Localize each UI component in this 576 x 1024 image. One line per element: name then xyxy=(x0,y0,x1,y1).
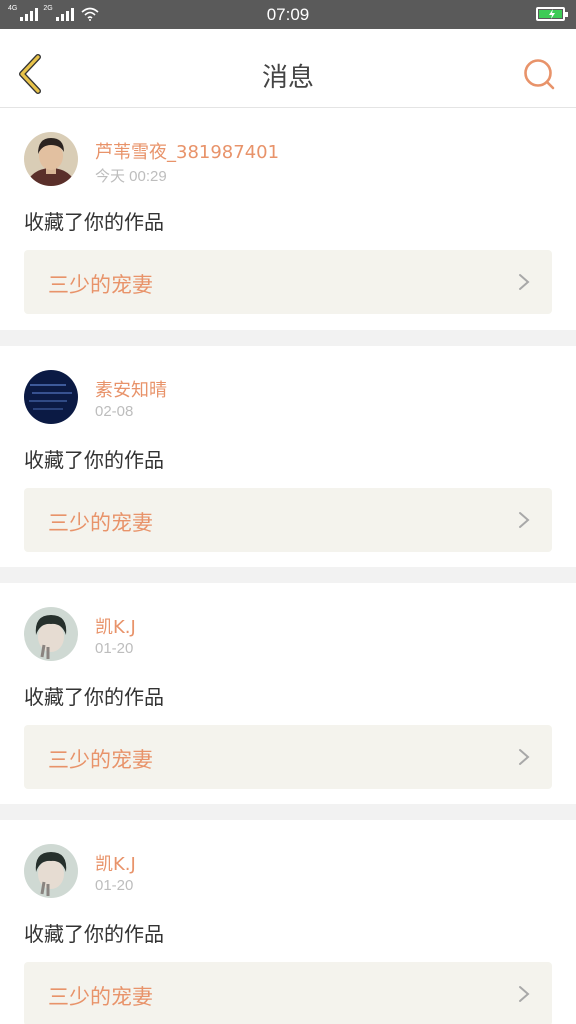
page-title: 消息 xyxy=(261,63,314,93)
avatar[interactable] xyxy=(24,132,78,186)
timestamp: 01-20 xyxy=(95,640,134,657)
work-link[interactable]: 三少的宠妻 xyxy=(24,250,552,314)
work-link[interactable]: 三少的宠妻 xyxy=(24,488,552,552)
message-card: 凯K.J 01-20 收藏了你的作品 三少的宠妻 xyxy=(0,583,576,804)
avatar[interactable] xyxy=(24,607,78,661)
work-link[interactable]: 三少的宠妻 xyxy=(24,962,552,1024)
work-title: 三少的宠妻 xyxy=(48,748,153,772)
battery-icon xyxy=(536,7,568,21)
work-title: 三少的宠妻 xyxy=(48,273,153,297)
action-text: 收藏了你的作品 xyxy=(24,685,164,709)
avatar[interactable] xyxy=(24,844,78,898)
username[interactable]: 素安知晴 xyxy=(95,376,167,402)
username[interactable]: 凯K.J xyxy=(95,850,136,876)
username[interactable]: 凯K.J xyxy=(95,613,136,639)
timestamp: 01-20 xyxy=(95,877,134,894)
message-card: 素安知晴 02-08 收藏了你的作品 三少的宠妻 xyxy=(0,346,576,567)
chevron-right-icon xyxy=(519,512,530,528)
message-card: 芦苇雪夜_381987401 今天 00:29 收藏了你的作品 三少的宠妻 xyxy=(0,108,576,330)
action-text: 收藏了你的作品 xyxy=(24,922,164,946)
status-bar: 4G 2G 07:09 xyxy=(0,0,576,29)
chevron-right-icon xyxy=(519,274,530,290)
username[interactable]: 芦苇雪夜_381987401 xyxy=(95,138,279,164)
work-link[interactable]: 三少的宠妻 xyxy=(24,725,552,789)
chevron-right-icon xyxy=(519,749,530,765)
timestamp: 02-08 xyxy=(95,403,134,420)
message-card: 凯K.J 01-20 收藏了你的作品 三少的宠妻 xyxy=(0,820,576,1024)
action-text: 收藏了你的作品 xyxy=(24,210,164,234)
work-title: 三少的宠妻 xyxy=(48,985,153,1009)
timestamp: 今天 00:29 xyxy=(95,168,167,185)
work-title: 三少的宠妻 xyxy=(48,511,153,535)
clock: 07:09 xyxy=(266,5,310,24)
message-list: 芦苇雪夜_381987401 今天 00:29 收藏了你的作品 三少的宠妻 素安… xyxy=(0,108,576,1024)
nav-header: 消息 xyxy=(0,29,576,108)
search-icon[interactable] xyxy=(522,57,556,91)
avatar[interactable] xyxy=(24,370,78,424)
chevron-right-icon xyxy=(519,986,530,1002)
action-text: 收藏了你的作品 xyxy=(24,448,164,472)
